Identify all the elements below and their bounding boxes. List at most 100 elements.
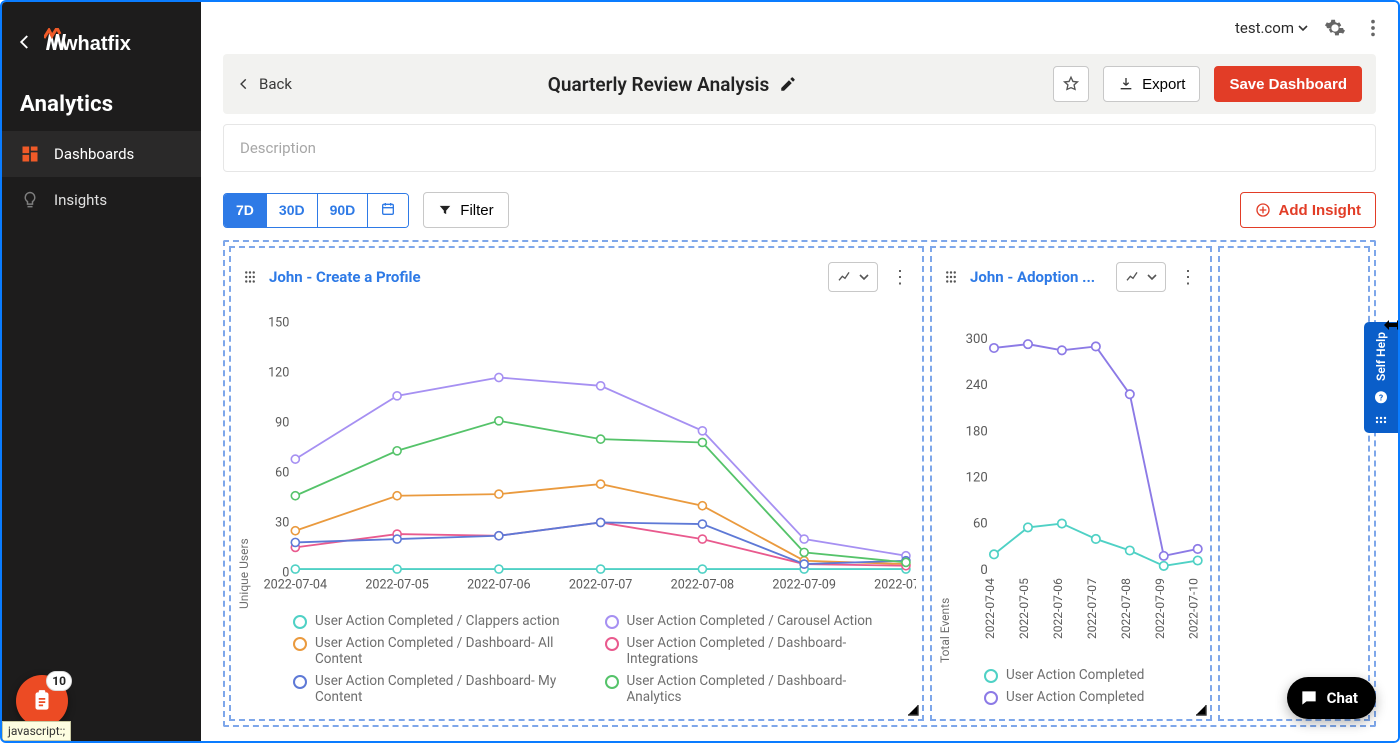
svg-text:240: 240 — [966, 378, 988, 393]
svg-text:2022-07-10: 2022-07-10 — [874, 578, 916, 593]
svg-text:90: 90 — [275, 415, 289, 430]
caret-down-icon — [859, 272, 869, 282]
status-tooltip: javascript:; — [2, 721, 71, 741]
sidebar-item-dashboards[interactable]: Dashboards — [2, 131, 201, 177]
date-range-segmented: 7D 30D 90D — [223, 193, 409, 228]
svg-text:2022-07-07: 2022-07-07 — [1085, 578, 1099, 639]
dashboard-title: Quarterly Review Analysis — [306, 73, 1039, 96]
section-title: Analytics — [2, 74, 201, 131]
y-axis-label: Total Events — [938, 298, 952, 663]
edit-title-icon[interactable] — [779, 75, 797, 93]
clipboard-badge[interactable]: 10 — [16, 675, 68, 727]
range-7d[interactable]: 7D — [224, 194, 267, 227]
chart-1-legend: User Action Completed / Clappers action U… — [237, 609, 916, 713]
account-domain-label: test.com — [1235, 19, 1294, 37]
top-bar: test.com — [201, 2, 1398, 54]
svg-text:120: 120 — [268, 366, 289, 381]
filter-button[interactable]: Filter — [423, 192, 508, 228]
legend-item[interactable]: User Action Completed — [984, 689, 1180, 705]
export-label: Export — [1142, 76, 1185, 93]
range-30d[interactable]: 30D — [267, 194, 318, 227]
insights-icon — [20, 190, 40, 210]
chart-2: 0601201802403002022-07-042022-07-052022-… — [952, 298, 1204, 663]
legend-item[interactable]: User Action Completed / Dashboard- Analy… — [605, 673, 893, 705]
svg-text:30: 30 — [275, 515, 289, 530]
legend-item[interactable]: User Action Completed / Dashboard- My Co… — [293, 673, 581, 705]
svg-text:2022-07-04: 2022-07-04 — [983, 578, 997, 639]
back-chevron-icon[interactable] — [16, 33, 34, 51]
insight-card-2: John - Adoption ... ⋮ Total Events 06012… — [930, 246, 1212, 721]
svg-text:60: 60 — [275, 465, 289, 480]
svg-text:2022-07-09: 2022-07-09 — [772, 578, 836, 593]
svg-text:2022-07-04: 2022-07-04 — [264, 578, 328, 593]
calendar-icon — [380, 201, 396, 217]
card-more-menu[interactable]: ⋮ — [888, 267, 912, 288]
export-button[interactable]: Export — [1103, 66, 1200, 102]
dashboards-icon — [20, 144, 40, 164]
insight-card-1: John - Create a Profile ⋮ Unique Users 0… — [229, 246, 924, 721]
drag-dots-icon — [1374, 415, 1388, 425]
svg-text:300: 300 — [966, 332, 988, 347]
svg-text:2022-07-09: 2022-07-09 — [1153, 578, 1167, 639]
svg-text:2022-07-10: 2022-07-10 — [1187, 578, 1201, 639]
legend-item[interactable]: User Action Completed / Dashboard- All C… — [293, 635, 581, 667]
legend-item[interactable]: User Action Completed / Clappers action — [293, 613, 581, 629]
svg-text:2022-07-08: 2022-07-08 — [671, 578, 735, 593]
chat-label: Chat — [1327, 689, 1358, 707]
whatfix-logo[interactable]: whatfix — [44, 28, 154, 56]
plus-circle-icon — [1255, 202, 1271, 218]
svg-text:2022-07-06: 2022-07-06 — [467, 578, 531, 593]
range-custom[interactable] — [368, 194, 408, 227]
save-dashboard-label: Save Dashboard — [1229, 76, 1347, 93]
resize-handle-icon[interactable] — [906, 703, 920, 717]
legend-item[interactable]: User Action Completed — [984, 667, 1180, 683]
range-90d[interactable]: 90D — [318, 194, 369, 227]
self-help-label: Self Help — [1374, 332, 1388, 381]
chart-2-legend: User Action Completed User Action Complet… — [938, 663, 1204, 713]
range-toolbar: 7D 30D 90D Filter Add Insight — [223, 192, 1376, 228]
description-input[interactable]: Description — [223, 124, 1376, 172]
legend-item[interactable]: User Action Completed / Dashboard- Integ… — [605, 635, 893, 667]
star-icon — [1062, 75, 1080, 93]
help-bubble-icon: ? — [1372, 389, 1390, 407]
resize-cursor-icon — [1383, 318, 1400, 332]
caret-down-icon — [1147, 272, 1157, 282]
sidebar-item-insights[interactable]: Insights — [2, 177, 201, 223]
line-chart-icon — [1125, 269, 1141, 285]
drag-handle-icon[interactable] — [241, 268, 259, 286]
filter-label: Filter — [460, 202, 493, 219]
account-domain-dropdown[interactable]: test.com — [1235, 19, 1308, 37]
svg-text:180: 180 — [966, 424, 988, 439]
add-insight-label: Add Insight — [1279, 202, 1362, 219]
svg-text:2022-07-05: 2022-07-05 — [365, 578, 429, 593]
card-title[interactable]: John - Adoption ... — [970, 268, 1095, 286]
svg-text:2022-07-08: 2022-07-08 — [1119, 578, 1133, 639]
favorite-button[interactable] — [1053, 66, 1089, 102]
gear-icon[interactable] — [1324, 17, 1346, 39]
chat-button[interactable]: Chat — [1287, 677, 1376, 719]
svg-text:120: 120 — [966, 471, 988, 486]
save-dashboard-button[interactable]: Save Dashboard — [1214, 66, 1362, 102]
card-more-menu[interactable]: ⋮ — [1176, 267, 1200, 288]
more-vert-icon[interactable] — [1362, 17, 1384, 39]
sidebar-item-label: Dashboards — [54, 145, 134, 163]
badge-count: 10 — [46, 671, 72, 691]
empty-drop-slot[interactable] — [1218, 246, 1370, 721]
svg-text:?: ? — [1379, 393, 1383, 403]
y-axis-label: Unique Users — [237, 298, 251, 609]
card-title[interactable]: John - Create a Profile — [269, 268, 421, 286]
self-help-tab[interactable]: Self Help ? — [1364, 322, 1398, 433]
drag-handle-icon[interactable] — [942, 268, 960, 286]
chat-icon — [1299, 688, 1319, 708]
resize-handle-icon[interactable] — [1194, 703, 1208, 717]
add-insight-button[interactable]: Add Insight — [1240, 192, 1377, 228]
chart-type-dropdown[interactable] — [1116, 262, 1166, 292]
dashboard-grid: John - Create a Profile ⋮ Unique Users 0… — [223, 240, 1376, 727]
clipboard-icon — [29, 688, 55, 714]
svg-text:2022-07-05: 2022-07-05 — [1017, 578, 1031, 639]
caret-down-icon — [1298, 23, 1308, 33]
svg-text:2022-07-06: 2022-07-06 — [1051, 578, 1065, 639]
back-button[interactable]: Back — [237, 75, 292, 93]
chart-type-dropdown[interactable] — [828, 262, 878, 292]
legend-item[interactable]: User Action Completed / Carousel Action — [605, 613, 893, 629]
